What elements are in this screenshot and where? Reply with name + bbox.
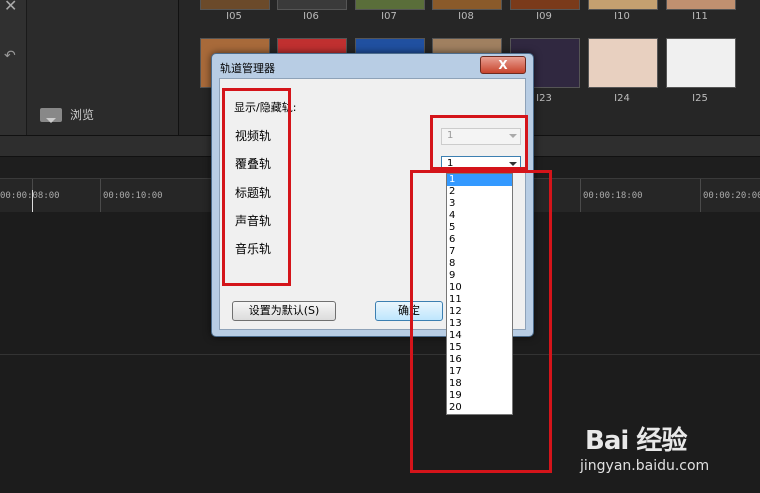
- ruler-tick-line: [580, 179, 581, 213]
- thumbnail-label: I10: [614, 11, 630, 22]
- thumbnail-label: I11: [692, 11, 708, 22]
- thumbnail[interactable]: [666, 0, 736, 10]
- browse-label: 浏览: [70, 108, 95, 122]
- ruler-tick-label: 00:00:08:00: [0, 191, 60, 201]
- annotation-box-selects: [430, 115, 528, 170]
- track-divider: [0, 354, 760, 355]
- thumbnail[interactable]: [432, 0, 502, 10]
- thumbnail[interactable]: [355, 0, 425, 10]
- thumbnail-label: I07: [381, 11, 397, 22]
- thumbnail[interactable]: [666, 38, 736, 88]
- thumbnail[interactable]: [277, 0, 347, 10]
- thumbnail[interactable]: [510, 0, 580, 10]
- annotation-box-track-labels: [222, 88, 291, 286]
- ruler-tick-label: 00:00:20:00: [703, 191, 760, 201]
- thumbnail[interactable]: [588, 0, 658, 10]
- thumbnail-label: I05: [226, 11, 242, 22]
- annotation-box-dropdown: [410, 170, 552, 473]
- thumbnail[interactable]: [200, 0, 270, 10]
- undo-arrow-icon[interactable]: ↶: [4, 48, 16, 64]
- thumbnail-label: I09: [536, 11, 552, 22]
- browse-folder-icon: [40, 107, 62, 123]
- dialog-close-button[interactable]: X: [480, 56, 526, 74]
- left-tool-strip: ✕ ↶: [0, 0, 27, 135]
- set-default-button[interactable]: 设置为默认(S): [232, 301, 336, 321]
- dialog-title: 轨道管理器: [220, 62, 275, 75]
- ruler-tick-line: [100, 179, 101, 213]
- baidu-jingyan-logo: Bai 经验: [585, 426, 687, 456]
- thumbnail-label: I24: [614, 93, 630, 104]
- thumbnail[interactable]: [588, 38, 658, 88]
- browse-button[interactable]: 浏览: [40, 106, 94, 123]
- thumbnail-label: I06: [303, 11, 319, 22]
- thumbnail-label: I25: [692, 93, 708, 104]
- close-x-icon[interactable]: ✕: [4, 0, 17, 15]
- thumbnail-label: I08: [458, 11, 474, 22]
- ruler-tick-line: [700, 179, 701, 213]
- ruler-tick-label: 00:00:18:00: [583, 191, 643, 201]
- watermark-url: jingyan.baidu.com: [580, 458, 710, 474]
- ruler-tick-label: 00:00:10:00: [103, 191, 163, 201]
- playhead[interactable]: [32, 190, 33, 212]
